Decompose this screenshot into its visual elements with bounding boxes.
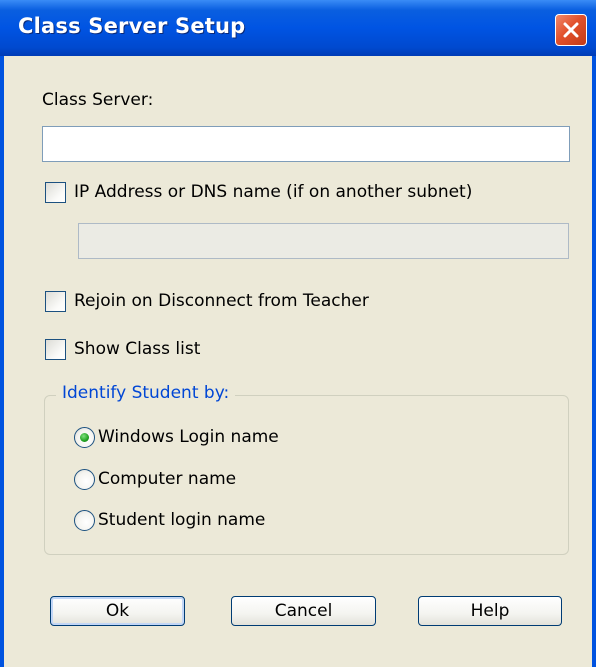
radio-student-login[interactable]: [74, 510, 95, 531]
radio-selected-dot: [80, 433, 89, 442]
class-server-label: Class Server:: [42, 90, 154, 110]
radio-computer-name-label[interactable]: Computer name: [98, 469, 236, 489]
close-icon: [563, 22, 579, 38]
show-class-list-checkbox[interactable]: [45, 339, 66, 360]
radio-student-login-label[interactable]: Student login name: [98, 510, 265, 530]
ip-address-label: IP Address or DNS name (if on another su…: [74, 182, 473, 202]
rejoin-checkbox[interactable]: [45, 291, 66, 312]
show-class-list-label: Show Class list: [74, 339, 201, 359]
window-frame-right: [592, 56, 596, 667]
ok-button[interactable]: Ok: [50, 596, 185, 626]
radio-windows-login-label[interactable]: Windows Login name: [98, 427, 279, 447]
rejoin-label: Rejoin on Disconnect from Teacher: [74, 291, 369, 311]
window-frame-left: [0, 56, 4, 667]
title-bar: Class Server Setup: [0, 0, 596, 56]
ip-address-checkbox[interactable]: [45, 182, 66, 203]
radio-computer-name[interactable]: [74, 469, 95, 490]
radio-windows-login[interactable]: [74, 427, 95, 448]
close-button[interactable]: [555, 14, 587, 46]
identify-student-legend: Identify Student by:: [56, 383, 236, 403]
cancel-button[interactable]: Cancel: [231, 596, 376, 626]
window-title: Class Server Setup: [18, 14, 246, 38]
class-server-input[interactable]: [42, 126, 570, 162]
ip-address-input[interactable]: [78, 223, 569, 259]
help-button[interactable]: Help: [418, 596, 562, 626]
